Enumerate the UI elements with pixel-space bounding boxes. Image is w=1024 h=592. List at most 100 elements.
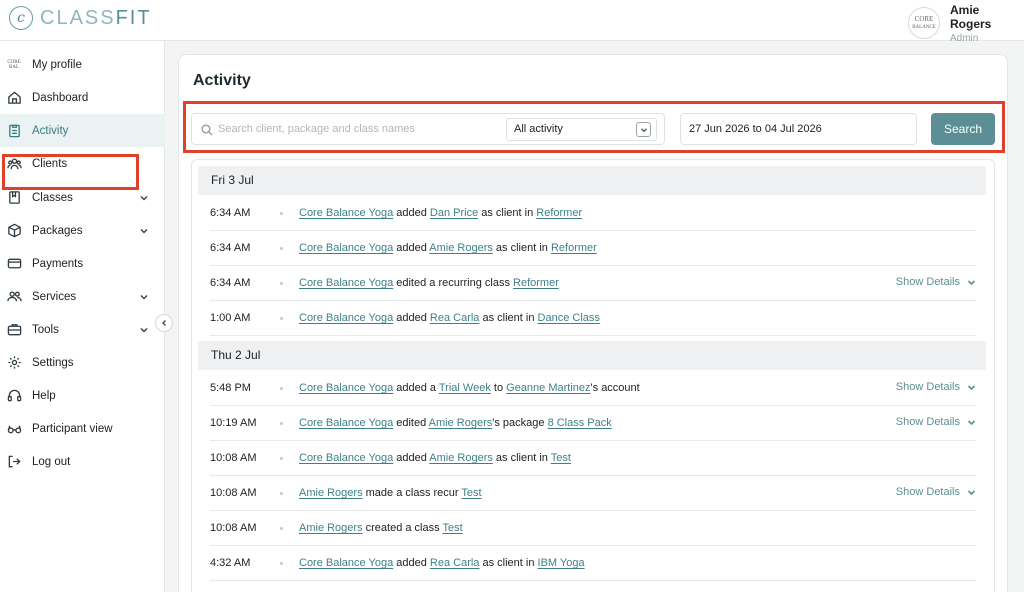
chevron-down-icon[interactable] <box>139 193 149 203</box>
show-details-button[interactable]: Show Details <box>896 486 976 498</box>
day-header: Fri 3 Jul <box>198 166 986 195</box>
activity-link[interactable]: Core Balance Yoga <box>299 382 393 394</box>
sidebar-item-help[interactable]: Help <box>0 379 165 412</box>
activity-link[interactable]: Rea Carla <box>430 312 480 324</box>
sidebar-item-label: Services <box>32 290 77 303</box>
activity-text: as client in <box>479 557 538 569</box>
chevron-down-icon[interactable] <box>139 292 149 302</box>
sidebar-item-label: My profile <box>32 58 82 71</box>
activity-card: Activity All activity 27 Jun 2026 to 04 … <box>178 54 1008 592</box>
activity-description: Amie Rogers made a class recur Test <box>299 487 482 499</box>
activity-link[interactable]: Test <box>551 452 571 464</box>
activity-text: made a class recur <box>362 487 462 499</box>
chevron-down-icon[interactable] <box>139 325 149 335</box>
activity-link[interactable]: Test <box>442 522 462 534</box>
page-title: Activity <box>193 72 251 89</box>
activity-text: added <box>393 452 430 464</box>
activity-description: Core Balance Yoga added a Trial Week to … <box>299 382 640 394</box>
activity-text: added <box>393 557 430 569</box>
sidebar-item-tools[interactable]: Tools <box>0 313 165 346</box>
chevron-down-icon <box>967 384 976 390</box>
activity-text: as client in <box>492 452 551 464</box>
activity-link[interactable]: Core Balance Yoga <box>299 242 393 254</box>
logout-icon <box>6 454 22 470</box>
activity-link[interactable]: Core Balance Yoga <box>299 452 393 464</box>
separator-dot <box>280 492 283 495</box>
activity-time: 1:00 AM <box>210 312 251 324</box>
activity-link[interactable]: Amie Rogers <box>429 417 493 429</box>
sidebar-item-payments[interactable]: Payments <box>0 247 165 280</box>
activity-time: 6:34 AM <box>210 277 251 289</box>
activity-link[interactable]: Core Balance Yoga <box>299 557 393 569</box>
activity-link[interactable]: 8 Class Pack <box>548 417 612 429</box>
show-details-label: Show Details <box>895 381 960 393</box>
classfit-logo[interactable]: c CLASSFIT <box>9 6 152 30</box>
chevron-left-icon <box>161 319 167 327</box>
activity-link[interactable]: Dan Price <box>430 207 478 219</box>
collapse-sidebar-button[interactable] <box>155 314 173 332</box>
activity-link[interactable]: Reformer <box>551 242 597 254</box>
activity-time: 10:19 AM <box>210 417 257 429</box>
user-menu[interactable]: CORE BALANCE Amie Rogers Admin <box>908 2 1024 44</box>
activity-link[interactable]: Amie Rogers <box>429 242 493 254</box>
activity-link[interactable]: Test <box>461 487 481 499</box>
sidebar-item-activity[interactable]: Activity <box>0 114 165 147</box>
sidebar-item-label: Log out <box>32 455 71 468</box>
sidebar-item-participant-view[interactable]: Participant view <box>0 412 165 445</box>
activity-link[interactable]: Rea Carla <box>430 557 480 569</box>
sidebar-item-dashboard[interactable]: Dashboard <box>0 81 165 114</box>
sidebar-item-label: Classes <box>32 191 73 204</box>
activity-list: Fri 3 Jul 6:34 AM Core Balance Yoga added … <box>191 159 995 592</box>
sidebar-item-services[interactable]: Services <box>0 280 165 313</box>
activity-link[interactable]: Dance Class <box>538 312 600 324</box>
show-details-button[interactable]: Show Details <box>896 381 976 393</box>
activity-text: added <box>393 312 430 324</box>
activity-text: 's package <box>492 417 548 429</box>
show-details-button[interactable]: Show Details <box>896 276 976 288</box>
core-balance-logo-icon: CORE BAL <box>7 59 21 70</box>
activity-link[interactable]: IBM Yoga <box>538 557 585 569</box>
activity-time: 6:34 AM <box>210 242 251 254</box>
user-name: Amie Rogers <box>950 3 992 31</box>
separator-dot <box>280 212 283 215</box>
activity-time: 6:34 AM <box>210 207 251 219</box>
activity-time: 10:08 AM <box>210 452 257 464</box>
activity-row: 10:19 AM Core Balance Yoga edited Amie Ro… <box>210 406 976 441</box>
separator-dot <box>280 527 283 530</box>
activity-link[interactable]: Reformer <box>536 207 582 219</box>
activity-description: Core Balance Yoga added Rea Carla as cli… <box>299 312 600 324</box>
activity-link[interactable]: Core Balance Yoga <box>299 312 393 324</box>
activity-row: 6:34 AM Core Balance Yoga added Dan Price… <box>210 196 976 231</box>
activity-link[interactable]: Core Balance Yoga <box>299 207 393 219</box>
activity-link[interactable]: Core Balance Yoga <box>299 277 393 289</box>
activity-link[interactable]: Core Balance Yoga <box>299 417 393 429</box>
sidebar-item-my-profile[interactable]: CORE BAL My profile <box>0 48 165 81</box>
activity-link[interactable]: Amie Rogers <box>429 452 493 464</box>
activity-text: edited a recurring class <box>393 277 514 289</box>
sidebar-item-log-out[interactable]: Log out <box>0 445 165 478</box>
activity-time: 5:48 PM <box>210 382 251 394</box>
sidebar-item-packages[interactable]: Packages <box>0 214 165 247</box>
activity-link[interactable]: Geanne Martinez <box>506 382 590 394</box>
separator-dot <box>280 457 283 460</box>
activity-description: Core Balance Yoga added Amie Rogers as c… <box>299 242 597 254</box>
sidebar-item-label: Dashboard <box>32 91 89 104</box>
user-info: Amie Rogers Admin <box>950 2 1024 44</box>
classfit-logo-icon: c <box>9 6 33 30</box>
activity-link[interactable]: Reformer <box>513 277 559 289</box>
box-icon <box>6 223 22 239</box>
book-icon <box>6 190 22 206</box>
activity-row: 10:08 AM Core Balance Yoga added Amie Rog… <box>210 441 976 476</box>
avatar: CORE BALANCE <box>908 7 940 39</box>
filters-highlight-box <box>183 101 1005 153</box>
activity-link[interactable]: Amie Rogers <box>299 522 363 534</box>
chevron-down-icon[interactable] <box>139 226 149 236</box>
show-details-button[interactable]: Show Details <box>896 416 976 428</box>
activity-row: 5:48 PM Core Balance Yoga added a Trial W… <box>210 371 976 406</box>
activity-link[interactable]: Amie Rogers <box>299 487 363 499</box>
activity-link[interactable]: Trial Week <box>439 382 491 394</box>
activity-row: 10:08 AM Amie Rogers created a class Test <box>210 511 976 546</box>
sidebar-item-settings[interactable]: Settings <box>0 346 165 379</box>
separator-dot <box>280 387 283 390</box>
show-details-label: Show Details <box>895 416 960 428</box>
